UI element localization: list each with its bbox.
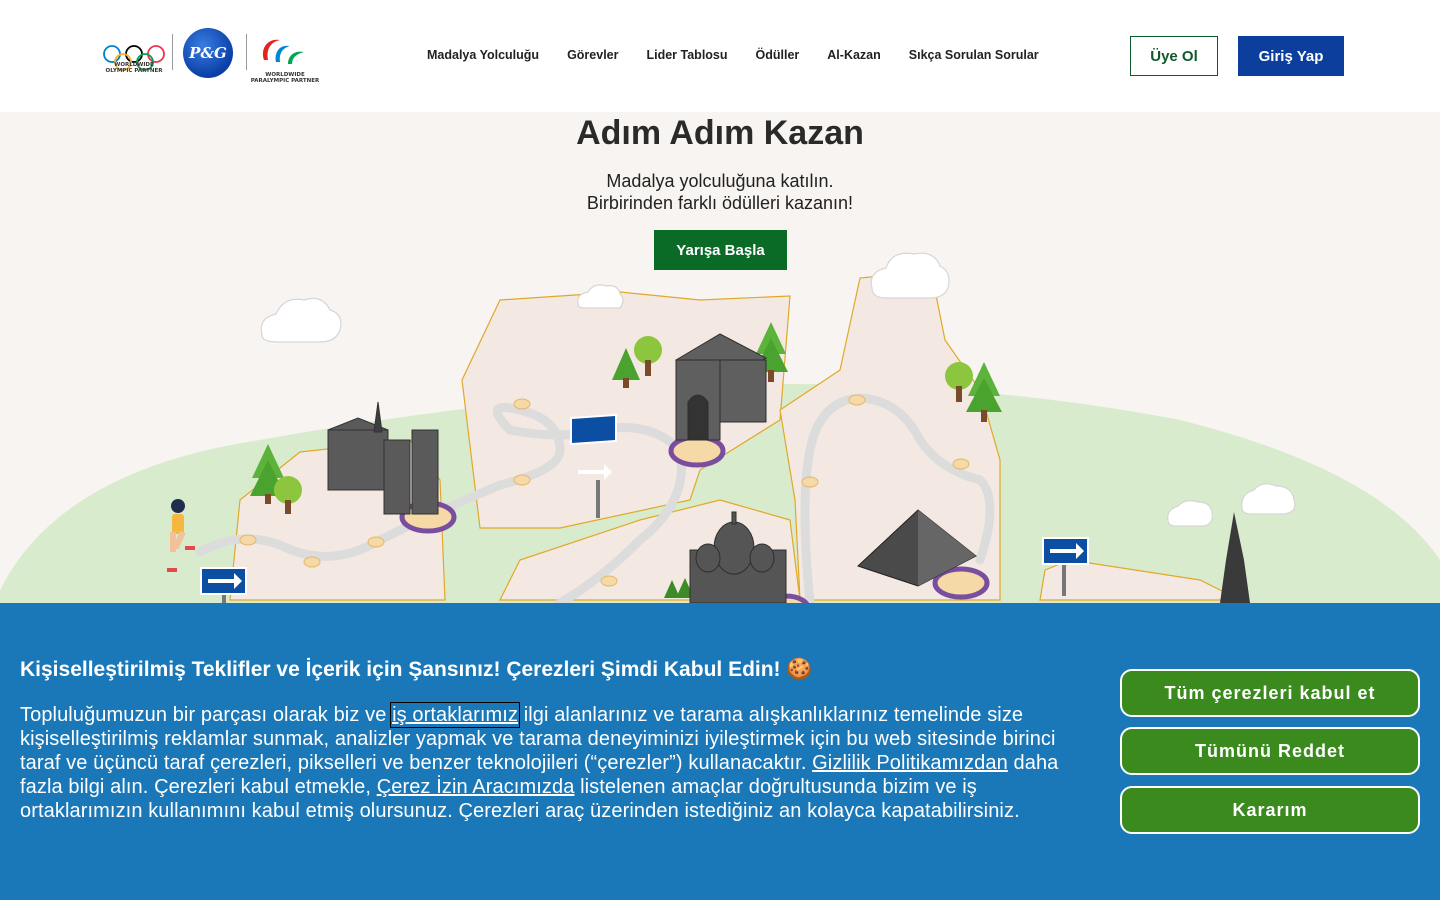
partner-logos[interactable]: WORLDWIDE OLYMPIC PARTNER P&G WORLDWIDE … bbox=[100, 28, 320, 86]
start-race-button[interactable]: Yarışa Başla bbox=[654, 230, 787, 270]
cookie-description: Topluluğumuzun bir parçası olarak biz ve… bbox=[20, 702, 1060, 823]
hero-subtitle-line2: Birbirinden farklı ödülleri kazanın! bbox=[586, 193, 854, 213]
hero-section: Adım Adım Kazan Madalya yolculuğuna katı… bbox=[0, 112, 1440, 603]
nav-rewards[interactable]: Ödüller bbox=[756, 48, 800, 62]
nav-medal-journey[interactable]: Madalya Yolculuğu bbox=[427, 48, 539, 62]
logo-divider bbox=[172, 34, 173, 70]
register-button[interactable]: Üye Ol bbox=[1130, 36, 1218, 76]
cookie-title: Kişiselleştirilmiş Teklifler ve İçerik i… bbox=[20, 658, 813, 681]
paralympic-agitos-icon bbox=[262, 39, 304, 64]
nav-leaderboard[interactable]: Lider Tablosu bbox=[646, 48, 727, 62]
reject-all-cookies-button[interactable]: Tümünü Reddet bbox=[1120, 727, 1420, 775]
accept-all-cookies-button[interactable]: Tüm çerezleri kabul et bbox=[1120, 669, 1420, 717]
hero-subtitle-line1: Madalya yolculuğuna katılın. bbox=[606, 171, 834, 191]
consent-tool-link[interactable]: Çerez İzin Aracımızda bbox=[377, 776, 575, 798]
login-button[interactable]: Giriş Yap bbox=[1238, 36, 1344, 76]
privacy-policy-link[interactable]: Gizlilik Politikamızdan bbox=[812, 752, 1008, 774]
paralympic-logo: WORLDWIDE PARALYMPIC PARTNER bbox=[250, 34, 320, 84]
olympic-rings-logo bbox=[103, 45, 165, 71]
olympic-partner-caption: WORLDWIDE OLYMPIC PARTNER bbox=[105, 62, 163, 74]
hero-subtitle: Madalya yolculuğuna katılın. Birbirinden… bbox=[0, 170, 1440, 214]
nav-tasks[interactable]: Görevler bbox=[567, 48, 618, 62]
nav-faq[interactable]: Sıkça Sorulan Sorular bbox=[909, 48, 1039, 62]
nav-redeem[interactable]: Al-Kazan bbox=[827, 48, 880, 62]
cookie-text: Topluluğumuzun bir parçası olarak biz ve bbox=[20, 704, 393, 726]
logo-divider bbox=[246, 34, 247, 70]
partners-link[interactable]: iş ortaklarımız bbox=[390, 702, 521, 728]
paralympic-partner-caption: WORLDWIDE PARALYMPIC PARTNER bbox=[250, 72, 320, 84]
cookie-banner: Kişiselleştirilmiş Teklifler ve İçerik i… bbox=[0, 603, 1440, 900]
pg-logo: P&G bbox=[183, 28, 233, 78]
main-nav: Madalya Yolculuğu Görevler Lider Tablosu… bbox=[427, 48, 1039, 62]
hero-title: Adım Adım Kazan bbox=[576, 114, 864, 152]
cookie-preferences-button[interactable]: Kararım bbox=[1120, 786, 1420, 834]
site-header: WORLDWIDE OLYMPIC PARTNER P&G WORLDWIDE … bbox=[0, 0, 1440, 112]
